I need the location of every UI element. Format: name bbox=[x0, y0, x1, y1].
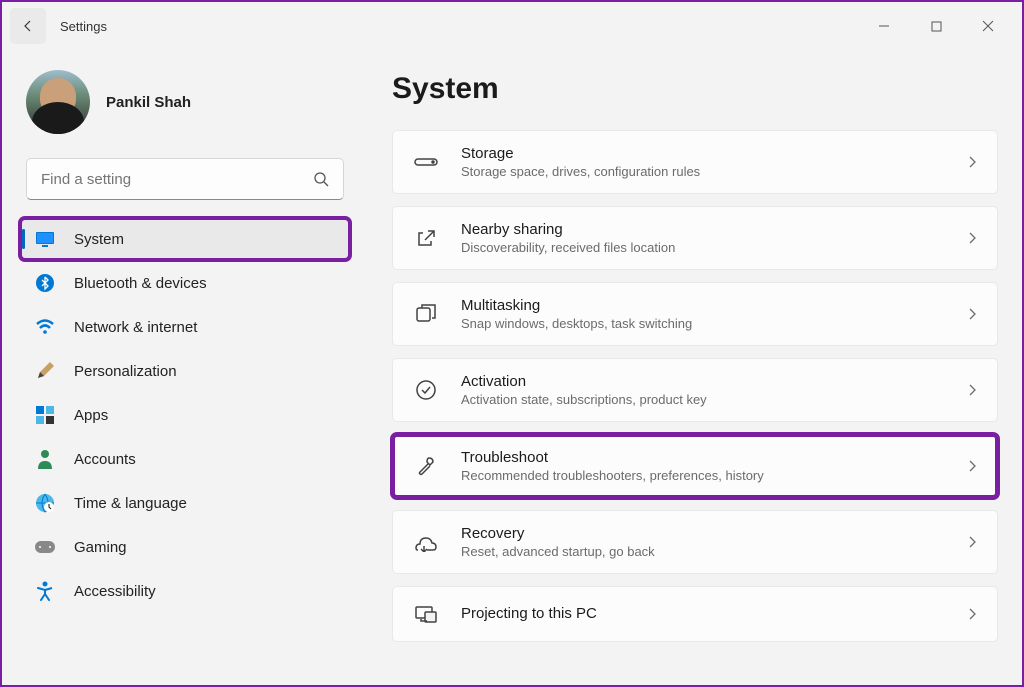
sidebar-item-label: Accounts bbox=[74, 451, 136, 468]
chevron-right-icon bbox=[967, 606, 977, 622]
settings-card-project[interactable]: Projecting to this PC bbox=[392, 586, 998, 642]
sidebar-item-accounts[interactable]: Accounts bbox=[20, 438, 350, 480]
sidebar-item-accessibility[interactable]: Accessibility bbox=[20, 570, 350, 612]
storage-icon bbox=[413, 149, 439, 175]
avatar bbox=[26, 70, 90, 134]
bluetooth-icon bbox=[34, 272, 56, 294]
card-subtitle: Discoverability, received files location bbox=[461, 240, 945, 255]
sidebar-item-label: Apps bbox=[74, 407, 108, 424]
main-panel: System Storage Storage space, drives, con… bbox=[362, 50, 1022, 685]
settings-card-storage[interactable]: Storage Storage space, drives, configurat… bbox=[392, 130, 998, 194]
chevron-right-icon bbox=[967, 306, 977, 322]
chevron-right-icon bbox=[967, 154, 977, 170]
multitask-icon bbox=[413, 301, 439, 327]
card-subtitle: Recommended troubleshooters, preferences… bbox=[461, 468, 945, 483]
chevron-right-icon bbox=[967, 534, 977, 550]
recovery-icon bbox=[413, 529, 439, 555]
sidebar-item-time[interactable]: Time & language bbox=[20, 482, 350, 524]
settings-card-nearby[interactable]: Nearby sharing Discoverability, received … bbox=[392, 206, 998, 270]
check-icon bbox=[413, 377, 439, 403]
person-icon bbox=[34, 448, 56, 470]
card-title: Activation bbox=[461, 373, 945, 390]
settings-card-multitask[interactable]: Multitasking Snap windows, desktops, task… bbox=[392, 282, 998, 346]
title-bar: Settings bbox=[2, 2, 1022, 50]
arrow-left-icon bbox=[20, 18, 36, 34]
back-button[interactable] bbox=[10, 8, 46, 44]
sidebar-item-label: Time & language bbox=[74, 495, 187, 512]
sidebar-item-gaming[interactable]: Gaming bbox=[20, 526, 350, 568]
sidebar-item-apps[interactable]: Apps bbox=[20, 394, 350, 436]
sidebar-item-system[interactable]: System bbox=[20, 218, 350, 260]
chevron-right-icon bbox=[967, 458, 977, 474]
app-title: Settings bbox=[60, 19, 107, 34]
sidebar-item-label: System bbox=[74, 231, 124, 248]
sidebar-nav: System Bluetooth & devices Network & inter… bbox=[20, 218, 350, 612]
card-title: Troubleshoot bbox=[461, 449, 945, 466]
sidebar-item-network[interactable]: Network & internet bbox=[20, 306, 350, 348]
card-title: Storage bbox=[461, 145, 945, 162]
globe-icon bbox=[34, 492, 56, 514]
brush-icon bbox=[34, 360, 56, 382]
close-button[interactable] bbox=[974, 12, 1002, 40]
user-profile[interactable]: Pankil Shah bbox=[20, 70, 350, 134]
wifi-icon bbox=[34, 316, 56, 338]
window-controls bbox=[870, 12, 1014, 40]
sidebar-item-bluetooth[interactable]: Bluetooth & devices bbox=[20, 262, 350, 304]
settings-card-recovery[interactable]: Recovery Reset, advanced startup, go back bbox=[392, 510, 998, 574]
settings-card-activation[interactable]: Activation Activation state, subscription… bbox=[392, 358, 998, 422]
search-icon bbox=[313, 171, 329, 187]
share-icon bbox=[413, 225, 439, 251]
settings-list: Storage Storage space, drives, configurat… bbox=[392, 130, 998, 642]
card-title: Multitasking bbox=[461, 297, 945, 314]
sidebar: Pankil Shah System Bluetooth & devices Net… bbox=[2, 50, 362, 685]
sidebar-item-label: Bluetooth & devices bbox=[74, 275, 207, 292]
minimize-button[interactable] bbox=[870, 12, 898, 40]
project-icon bbox=[413, 601, 439, 627]
wrench-icon bbox=[413, 453, 439, 479]
sidebar-item-label: Accessibility bbox=[74, 583, 156, 600]
chevron-right-icon bbox=[967, 382, 977, 398]
page-title: System bbox=[392, 72, 998, 106]
settings-card-troubleshoot[interactable]: Troubleshoot Recommended troubleshooters,… bbox=[392, 434, 998, 498]
sidebar-item-personalization[interactable]: Personalization bbox=[20, 350, 350, 392]
chevron-right-icon bbox=[967, 230, 977, 246]
card-title: Recovery bbox=[461, 525, 945, 542]
display-icon bbox=[34, 228, 56, 250]
search-field[interactable] bbox=[41, 171, 313, 188]
card-subtitle: Reset, advanced startup, go back bbox=[461, 544, 945, 559]
sidebar-item-label: Network & internet bbox=[74, 319, 197, 336]
maximize-button[interactable] bbox=[922, 12, 950, 40]
card-subtitle: Snap windows, desktops, task switching bbox=[461, 316, 945, 331]
card-subtitle: Activation state, subscriptions, product… bbox=[461, 392, 945, 407]
card-title: Projecting to this PC bbox=[461, 605, 945, 622]
search-input[interactable] bbox=[26, 158, 344, 200]
gamepad-icon bbox=[34, 536, 56, 558]
sidebar-item-label: Gaming bbox=[74, 539, 127, 556]
apps-icon bbox=[34, 404, 56, 426]
accessibility-icon bbox=[34, 580, 56, 602]
user-name: Pankil Shah bbox=[106, 94, 191, 111]
card-subtitle: Storage space, drives, configuration rul… bbox=[461, 164, 945, 179]
sidebar-item-label: Personalization bbox=[74, 363, 177, 380]
card-title: Nearby sharing bbox=[461, 221, 945, 238]
